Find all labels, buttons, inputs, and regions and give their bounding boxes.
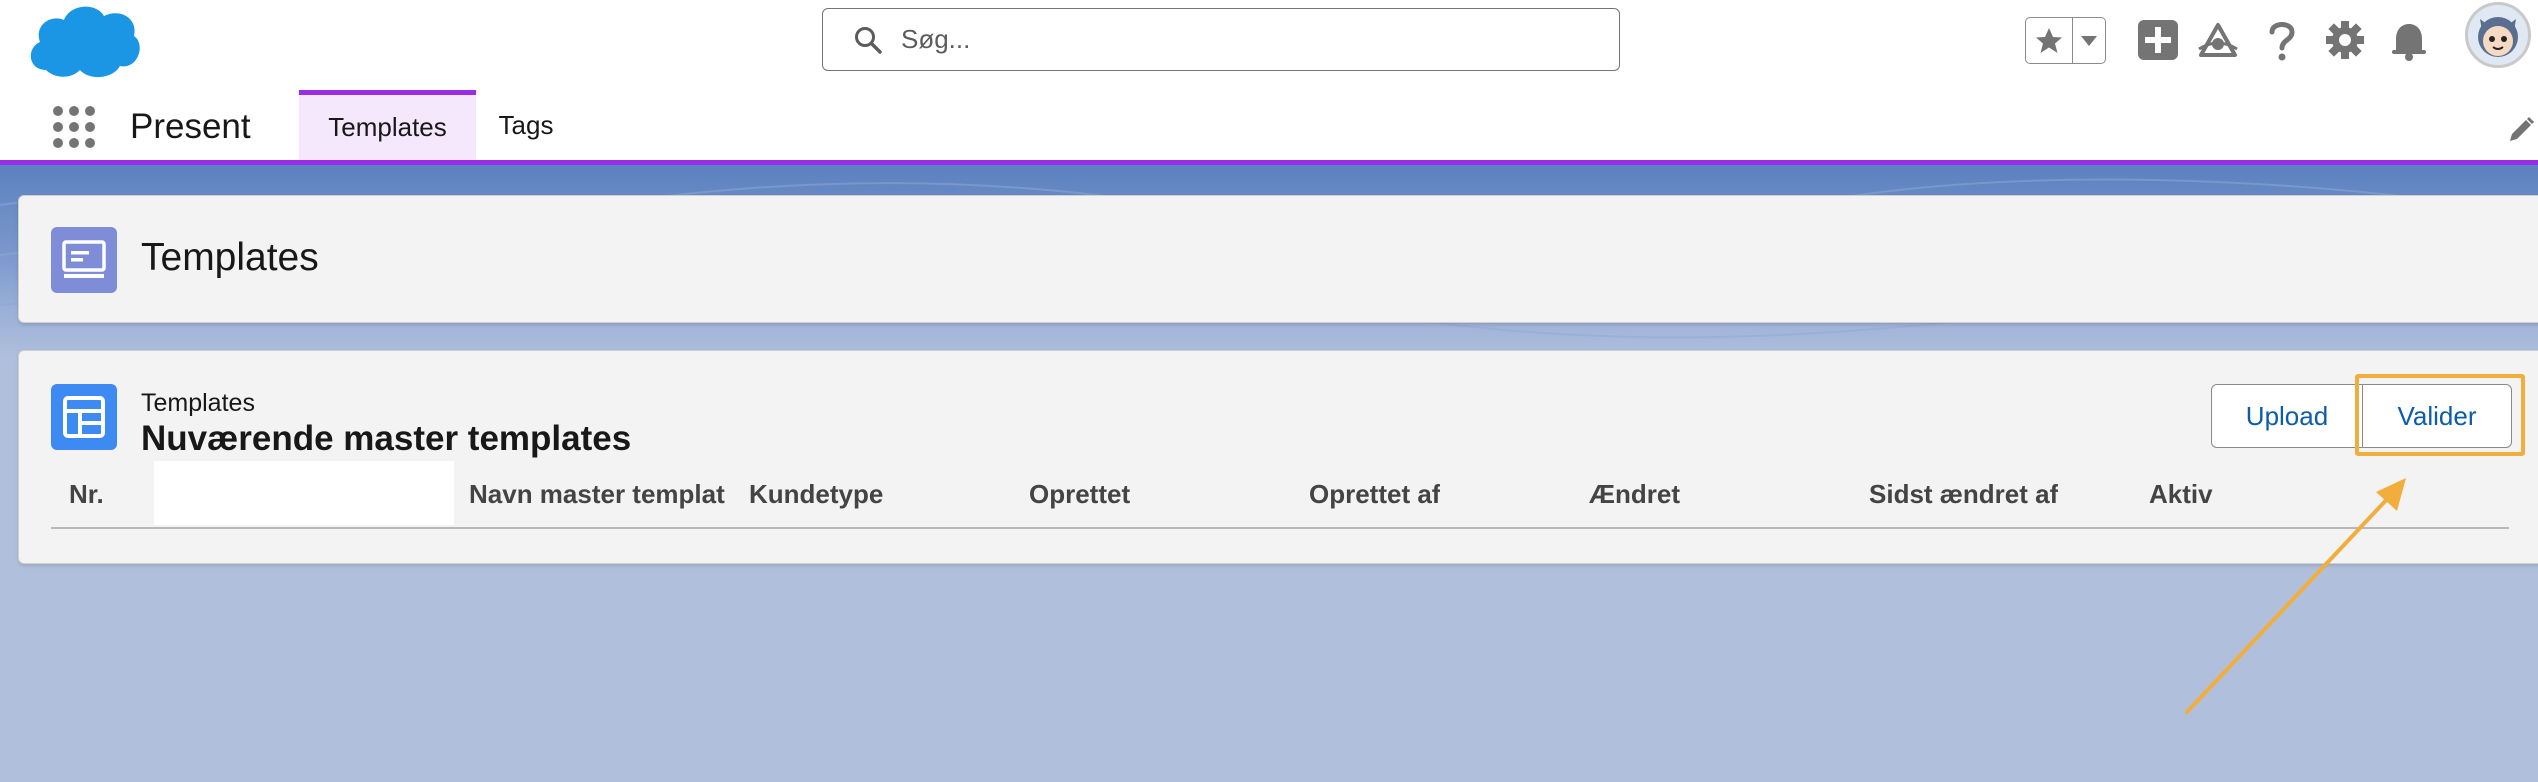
help-button[interactable] <box>2260 18 2304 62</box>
page-title: Templates <box>141 236 319 279</box>
column-header-aktiv[interactable]: Aktiv <box>2149 479 2213 510</box>
chevron-down-icon <box>2081 35 2097 46</box>
column-header-kundetype[interactable]: Kundetype <box>749 479 883 510</box>
page-header-card: Templates <box>18 195 2538 323</box>
list-card-icon <box>51 384 117 450</box>
edit-nav-icon[interactable] <box>2506 115 2536 145</box>
favorites-button-group <box>2025 17 2106 64</box>
app-navigation-bar: Present Templates Tags <box>0 83 2538 165</box>
column-header-navn-master-template[interactable]: Navn master templat <box>469 479 751 510</box>
global-search-input[interactable]: Søg... <box>822 8 1620 71</box>
user-avatar[interactable] <box>2465 2 2531 68</box>
notifications-button[interactable] <box>2387 18 2431 62</box>
bell-icon <box>2392 24 2426 61</box>
global-actions-button[interactable] <box>2136 18 2180 62</box>
app-launcher-icon[interactable] <box>52 105 96 149</box>
column-header-aendret[interactable]: Ændret <box>1589 479 1680 510</box>
search-placeholder: Søg... <box>901 24 971 54</box>
setup-button[interactable] <box>2323 18 2367 62</box>
astro-avatar-icon <box>2478 17 2518 57</box>
favorites-list-button[interactable] <box>2073 18 2105 63</box>
plus-icon <box>2138 20 2178 60</box>
annotation-highlight-box <box>2355 374 2525 456</box>
star-icon <box>2036 27 2062 53</box>
list-object-label: Templates <box>141 389 255 417</box>
tab-templates-label: Templates <box>328 112 447 142</box>
tab-tags-label: Tags <box>498 109 554 140</box>
column-header-nr[interactable]: Nr. <box>69 479 104 510</box>
gear-icon <box>2326 21 2364 59</box>
tab-templates[interactable]: Templates <box>299 90 476 160</box>
column-header-oprettet[interactable]: Oprettet <box>1029 479 1130 510</box>
trailhead-button[interactable] <box>2196 18 2240 62</box>
search-icon <box>855 26 882 54</box>
global-header: Søg... <box>0 0 2538 83</box>
column-header-oprettet-af[interactable]: Oprettet af <box>1309 479 1440 510</box>
salesforce-logo[interactable] <box>24 0 142 82</box>
templates-list-card: Templates Nuværende master templates Upl… <box>18 350 2538 564</box>
list-title: Nuværende master templates <box>141 419 632 458</box>
table-icon <box>63 396 105 438</box>
favorites-button[interactable] <box>2026 18 2073 63</box>
help-icon <box>2269 22 2295 61</box>
column-header-blank <box>154 461 454 525</box>
column-header-sidst-aendret-af[interactable]: Sidst ændret af <box>1869 479 2058 510</box>
tab-tags[interactable]: Tags <box>476 90 576 160</box>
page-header-icon <box>51 227 117 293</box>
app-name: Present <box>130 107 251 146</box>
upload-button[interactable]: Upload <box>2211 384 2363 448</box>
table-header-divider <box>51 527 2509 529</box>
template-icon <box>62 240 106 278</box>
trailhead-icon <box>2198 23 2238 57</box>
